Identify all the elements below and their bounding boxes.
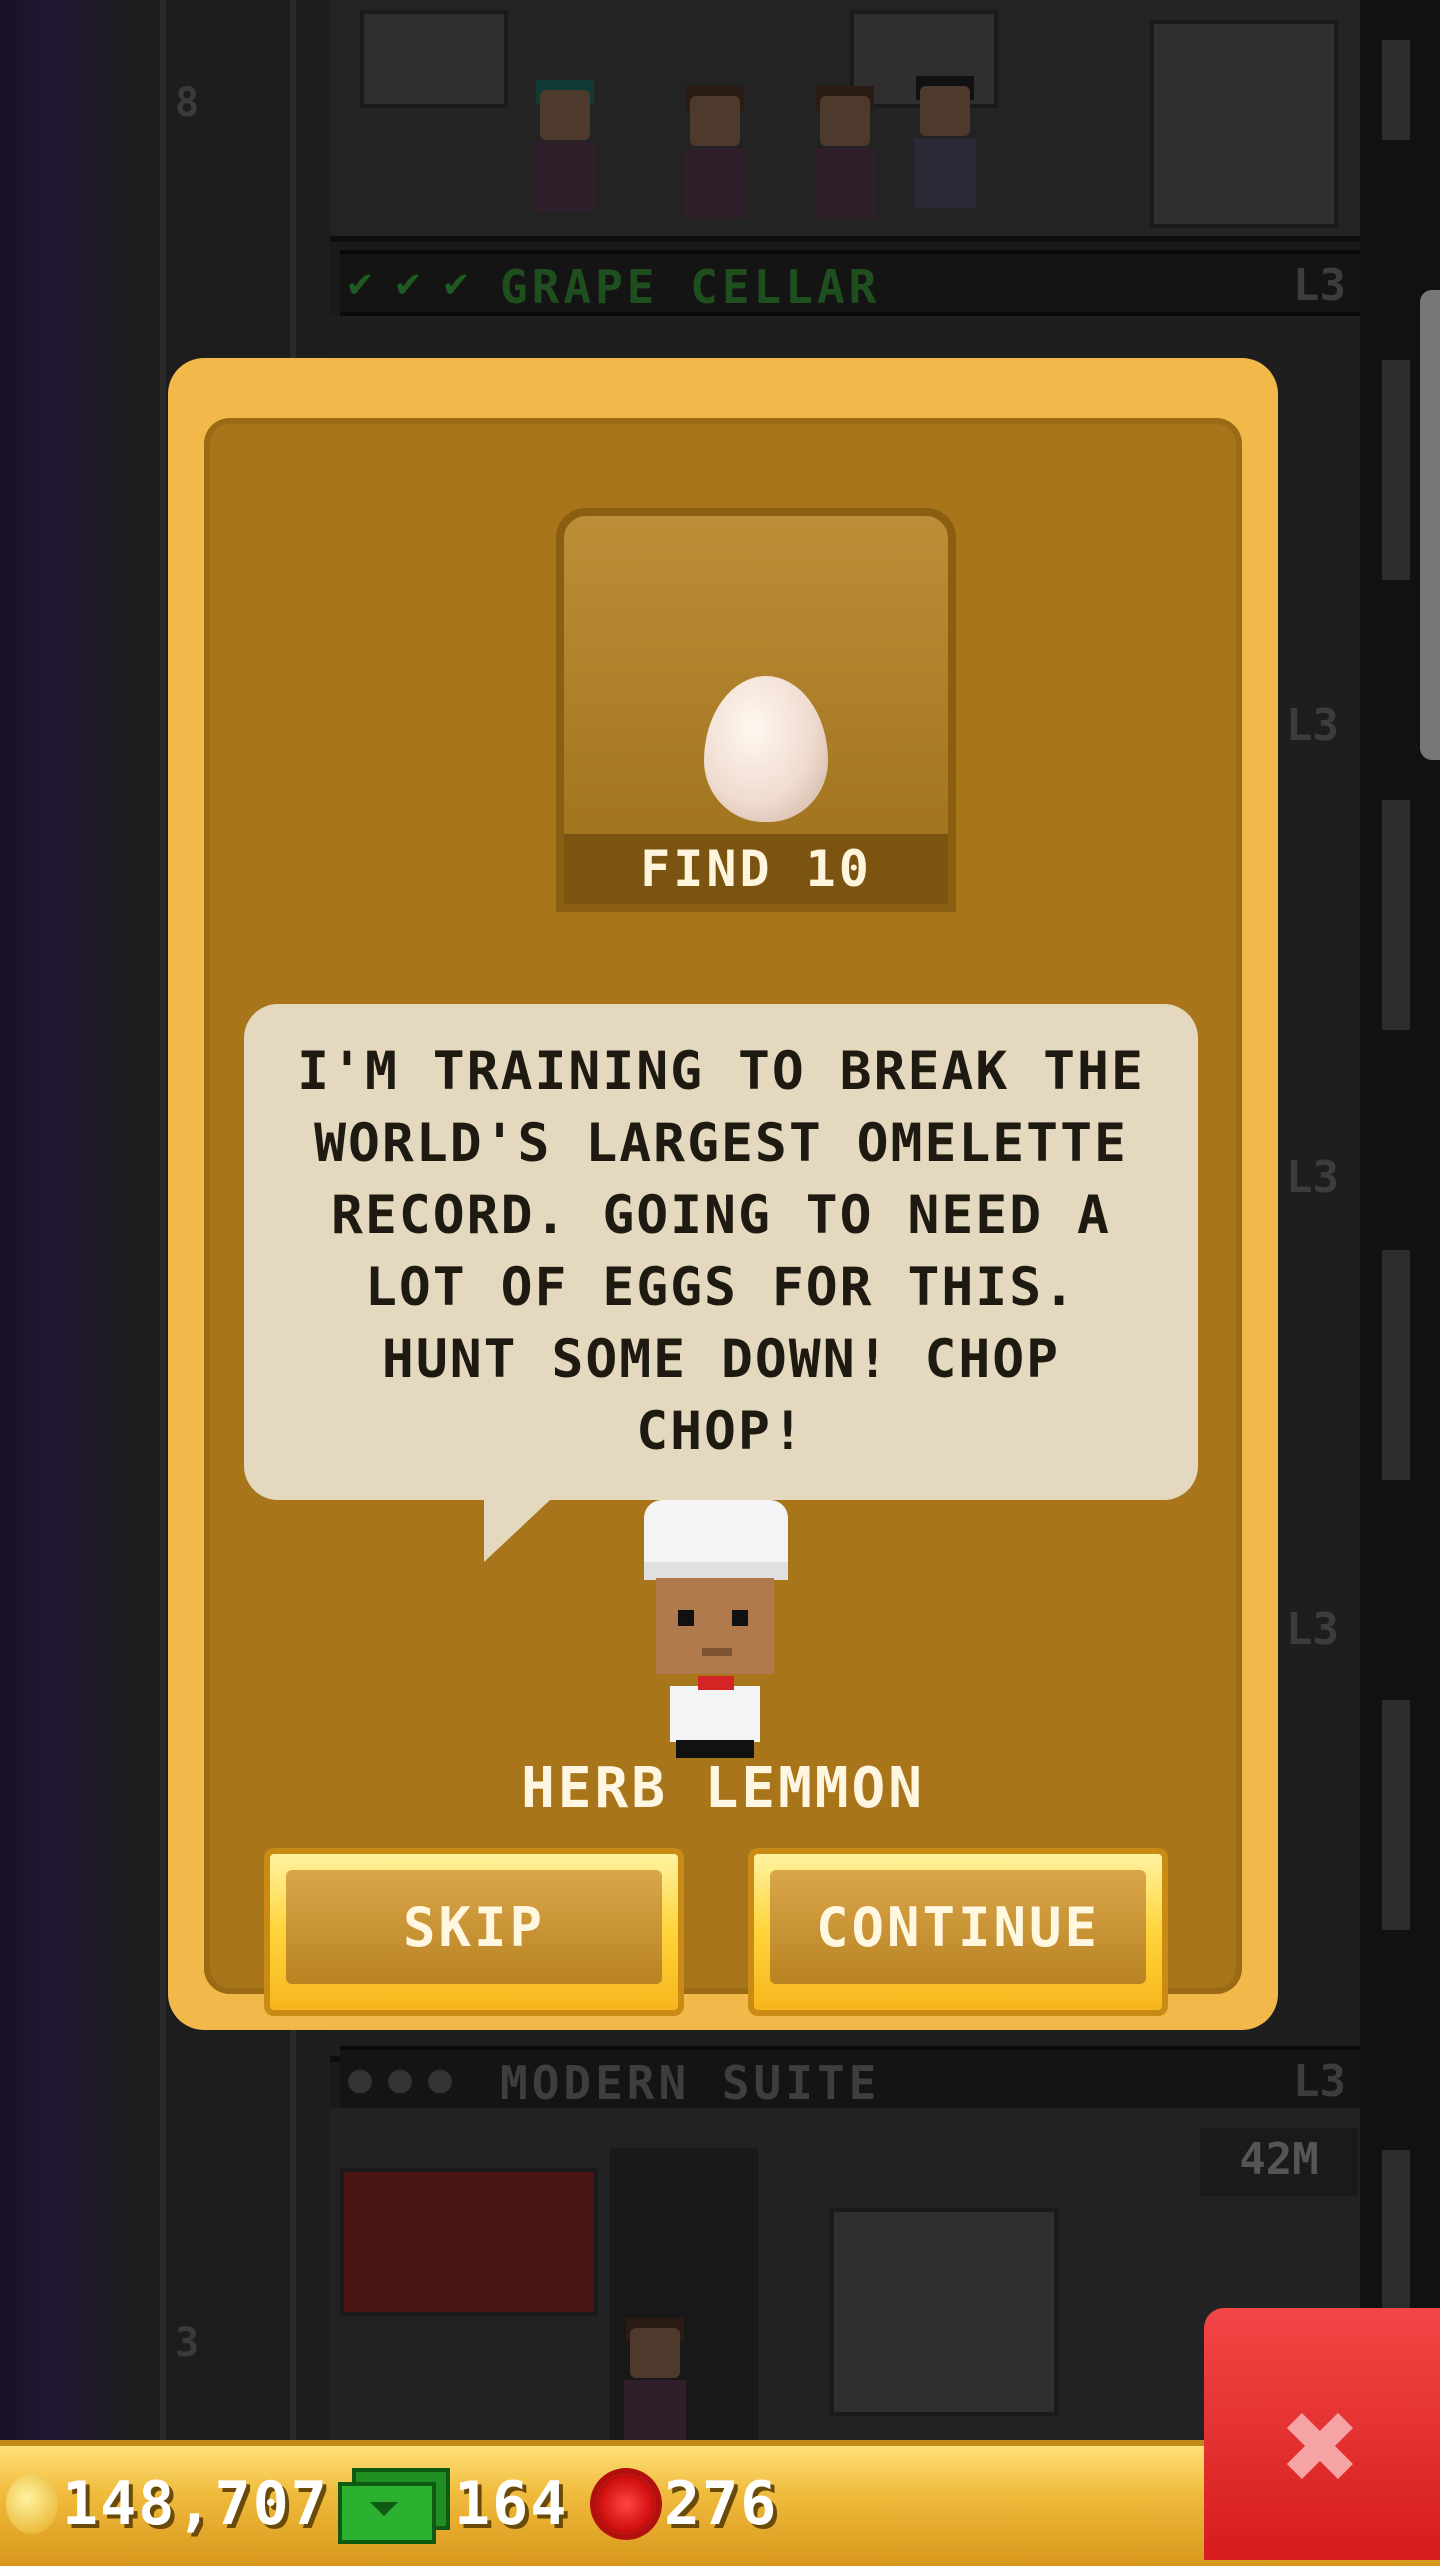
floor-title: GRAPE CELLAR	[500, 260, 881, 314]
bux-arrow-icon	[370, 2502, 398, 2516]
floor-label[interactable]: ● ● ● MODERN SUITE L3	[340, 2046, 1360, 2112]
mission-dialog: FIND 10 I'M TRAINING TO BREAK THE WORLD'…	[168, 358, 1278, 2030]
token-gear-icon[interactable]	[596, 2474, 656, 2534]
floor-level: L3	[1293, 2056, 1346, 2107]
chef-avatar	[636, 1500, 796, 1760]
speech-text: I'M TRAINING TO BREAK THE WORLD'S LARGES…	[297, 1041, 1145, 1462]
bux-icon[interactable]	[338, 2468, 450, 2544]
chef-mouth	[702, 1648, 732, 1656]
rail-bar	[1382, 360, 1410, 580]
mission-reward-card: FIND 10	[556, 508, 956, 912]
check-icon: ✔	[396, 260, 421, 306]
coins-value: 148,707	[62, 2469, 329, 2539]
speech-bubble-tail	[484, 1500, 550, 1562]
floor-title: MODERN SUITE	[500, 2056, 881, 2110]
floor-number: 8	[175, 80, 200, 126]
rail-bar	[1382, 1250, 1410, 1480]
continue-button-label: CONTINUE	[770, 1870, 1146, 1984]
bux-value: 164	[454, 2469, 569, 2539]
close-icon: ✖	[1282, 2370, 1362, 2522]
room-furniture	[360, 10, 508, 108]
egg-icon	[704, 676, 828, 822]
resident-avatar[interactable]	[910, 76, 980, 226]
chef-face	[656, 1578, 774, 1674]
room-furniture	[1150, 20, 1338, 228]
floor-level: L3	[1293, 260, 1346, 311]
floor-number: 3	[175, 2320, 200, 2366]
sky-background	[0, 0, 130, 2560]
tokens-value: 276	[664, 2469, 779, 2539]
skip-button[interactable]: SKIP	[264, 1848, 684, 2016]
check-icon: ✔	[444, 260, 469, 306]
resident-avatar[interactable]	[530, 80, 600, 230]
shaft-rail	[160, 0, 166, 2440]
resident-avatar[interactable]	[680, 86, 750, 236]
chef-coat	[670, 1686, 760, 1742]
chef-hat	[644, 1500, 788, 1570]
room-furniture	[830, 2208, 1058, 2416]
resident-avatar[interactable]	[810, 86, 880, 236]
continue-button[interactable]: CONTINUE	[748, 1848, 1168, 2016]
person-icon: ●	[348, 2056, 373, 2102]
floor-room-top[interactable]	[330, 0, 1360, 242]
rail-bar	[1382, 1700, 1410, 1930]
mission-goal-label: FIND 10	[564, 834, 948, 904]
dialog-panel: FIND 10 I'M TRAINING TO BREAK THE WORLD'…	[204, 418, 1242, 2016]
person-icon: ●	[388, 2056, 413, 2102]
scrollbar-handle[interactable]	[1420, 290, 1440, 760]
close-button[interactable]: ✖	[1204, 2308, 1440, 2560]
skip-button-label: SKIP	[286, 1870, 662, 1984]
chef-eye	[732, 1610, 748, 1626]
room-price-tag: 42M	[1200, 2128, 1358, 2196]
speech-bubble: I'M TRAINING TO BREAK THE WORLD'S LARGES…	[244, 1004, 1198, 1562]
floor-label[interactable]: ✔ ✔ ✔ GRAPE CELLAR L3	[340, 250, 1360, 316]
check-icon: ✔	[348, 260, 373, 306]
rail-bar	[1382, 40, 1410, 140]
person-icon: ●	[428, 2056, 453, 2102]
rail-bar	[1382, 800, 1410, 1030]
chef-bowtie	[698, 1676, 734, 1690]
room-furniture	[340, 2168, 598, 2316]
coin-icon	[6, 2474, 58, 2534]
chef-eye	[678, 1610, 694, 1626]
npc-name: HERB LEMMON	[521, 1756, 925, 1821]
